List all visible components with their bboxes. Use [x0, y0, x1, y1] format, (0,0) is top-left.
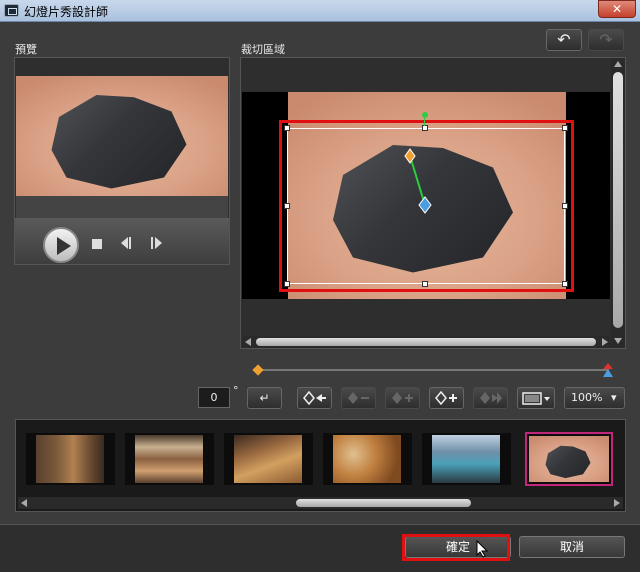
end-point-icon [418, 196, 432, 214]
keyframe-start-icon[interactable] [252, 364, 264, 376]
add-keyframe-button[interactable] [429, 387, 464, 409]
keyframe-timeline[interactable] [259, 369, 609, 371]
keyframe-minus-icon [347, 392, 369, 404]
crop-horizontal-scrollbar[interactable] [242, 336, 610, 348]
vertical-scroll-thumb[interactable] [613, 72, 623, 328]
film-thumbnail-6-selected[interactable] [525, 432, 613, 486]
stop-button[interactable] [92, 239, 102, 249]
keyframe-plus-disabled-icon [391, 392, 413, 404]
window-title: 幻燈片秀設計師 [24, 5, 109, 19]
redo-button[interactable]: ↷ [588, 29, 624, 51]
thumbnail-image [135, 435, 203, 483]
rock-image [51, 95, 187, 189]
scroll-right-icon[interactable] [602, 338, 608, 346]
film-thumbnail-4[interactable] [323, 433, 412, 485]
transport-bar [15, 218, 229, 264]
preview-label: 預覽 [15, 43, 37, 56]
scroll-up-icon[interactable] [614, 61, 622, 67]
remove-keyframe-button[interactable] [341, 387, 376, 409]
add-keyframe-left-button[interactable] [297, 387, 332, 409]
title-bar: 幻燈片秀設計師 ✕ [0, 0, 640, 22]
horizontal-scroll-thumb[interactable] [256, 338, 596, 346]
thumbnail-image [432, 435, 500, 483]
add-keyframe-disabled-button[interactable] [385, 387, 420, 409]
keyframe-plus-icon [434, 390, 457, 406]
close-button[interactable]: ✕ [598, 0, 636, 18]
app-icon [4, 4, 19, 17]
crop-handle-right[interactable] [562, 203, 568, 209]
ok-highlight-box [402, 534, 510, 561]
film-thumbnail-3[interactable] [224, 433, 313, 485]
apply-angle-button[interactable]: ↵ [247, 387, 282, 409]
crop-handle-top[interactable] [422, 125, 428, 131]
rotation-handle-line [424, 118, 425, 126]
preview-image [16, 76, 228, 196]
zoom-value: 100% [571, 391, 603, 404]
undo-button[interactable]: ↶ [546, 29, 582, 51]
film-thumbnail-1[interactable] [26, 433, 115, 485]
previous-frame-button[interactable] [121, 237, 135, 249]
crop-handle-bottom-left[interactable] [284, 281, 290, 287]
thumbnail-image [36, 435, 104, 483]
thumbnail-rock [545, 445, 591, 479]
crop-handle-left[interactable] [284, 203, 290, 209]
scroll-left-icon[interactable] [21, 499, 27, 507]
film-frame-icon [522, 392, 550, 405]
crop-handle-bottom-right[interactable] [562, 281, 568, 287]
mouse-cursor-icon [476, 540, 488, 558]
thumbnail-image [529, 436, 609, 482]
scroll-right-icon[interactable] [614, 499, 620, 507]
rotation-angle-input[interactable]: 0 [198, 387, 230, 408]
chevron-down-icon: ▾ [611, 391, 617, 404]
preview-spacer [16, 196, 228, 218]
filmstrip-scrollbar[interactable] [18, 497, 623, 509]
crop-area-label: 裁切區域 [241, 43, 285, 56]
cancel-button[interactable]: 取消 [519, 536, 625, 558]
next-frame-button[interactable] [151, 237, 165, 249]
filmstrip [15, 419, 626, 512]
keyframe-right-button[interactable] [473, 387, 508, 409]
film-thumbnail-5[interactable] [422, 433, 511, 485]
scroll-down-icon[interactable] [614, 338, 622, 344]
keyframe-end-marker[interactable] [603, 363, 613, 377]
crop-handle-top-left[interactable] [284, 125, 290, 131]
crop-handle-top-right[interactable] [562, 125, 568, 131]
keyframe-right-icon [479, 392, 502, 404]
rotation-handle[interactable] [422, 112, 428, 118]
filmstrip-scroll-thumb[interactable] [296, 499, 471, 507]
crop-vertical-scrollbar[interactable] [611, 58, 625, 348]
degree-label: ° [233, 384, 239, 397]
keyframe-left-icon [302, 390, 326, 406]
thumbnail-image [333, 435, 401, 483]
keyframe-end-blue-icon [603, 369, 613, 377]
film-thumbnail-2[interactable] [125, 433, 214, 485]
motion-path [404, 148, 432, 214]
play-button[interactable] [43, 227, 79, 263]
scroll-left-icon[interactable] [245, 338, 251, 346]
aspect-ratio-button[interactable] [517, 387, 555, 409]
crop-handle-bottom[interactable] [422, 281, 428, 287]
start-point-icon [404, 148, 416, 164]
thumbnail-image [234, 435, 302, 483]
zoom-select[interactable]: 100% ▾ [564, 387, 625, 409]
